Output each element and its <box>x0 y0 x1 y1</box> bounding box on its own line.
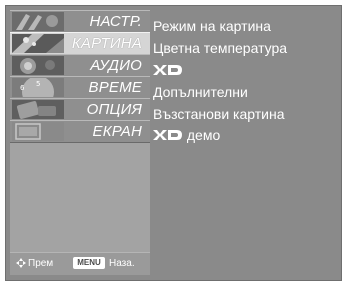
sidebar-item-label: ЕКРАН <box>92 123 142 140</box>
osd-menu: НАСТР. КАРТИНА АУДИО 65 ВРЕМЕ ОПЦИЯ ЕКРА… <box>5 5 342 281</box>
option-label: Цветна температура <box>153 40 288 56</box>
sidebar-item-picture[interactable]: КАРТИНА <box>10 32 150 55</box>
option-label: демо <box>186 127 221 143</box>
menu-key-icon: MENU <box>73 257 105 269</box>
sidebar-item-label: ВРЕМЕ <box>88 79 142 96</box>
audio-thumbnail-icon <box>12 56 64 75</box>
sidebar-item-option[interactable]: ОПЦИЯ <box>10 98 150 121</box>
time-thumbnail-icon: 65 <box>12 78 64 97</box>
sidebar-item-screen[interactable]: ЕКРАН <box>10 120 150 143</box>
option-label: Допълнителни <box>153 84 248 100</box>
setup-thumbnail-icon <box>12 12 64 31</box>
sidebar-item-label: ОПЦИЯ <box>86 101 142 118</box>
picture-thumbnail-icon <box>12 34 64 53</box>
sidebar-item-time[interactable]: 65 ВРЕМЕ <box>10 76 150 99</box>
back-hint-label: Наза. <box>109 258 135 269</box>
option-picture-reset[interactable]: Възстанови картина <box>153 106 285 122</box>
sidebar-menu: НАСТР. КАРТИНА АУДИО 65 ВРЕМЕ ОПЦИЯ ЕКРА… <box>10 10 150 275</box>
screen-thumbnail-icon <box>12 122 64 141</box>
navigation-arrows-icon <box>16 258 26 271</box>
option-picture-mode[interactable]: Режим на картина <box>153 18 271 34</box>
option-advanced[interactable]: Допълнителни <box>153 84 248 100</box>
option-label: Възстанови картина <box>153 106 285 122</box>
option-xd-demo[interactable]: демо <box>153 127 220 144</box>
sidebar-item-audio[interactable]: АУДИО <box>10 54 150 77</box>
option-thumbnail-icon <box>12 100 64 119</box>
sidebar-item-label: АУДИО <box>90 57 142 74</box>
move-hint-label: Прем <box>28 258 54 269</box>
svg-text:5: 5 <box>36 80 40 88</box>
picture-options-panel: Режим на картина Цветна температура Допъ… <box>150 10 337 275</box>
xd-logo-icon <box>153 63 183 79</box>
option-label: Режим на картина <box>153 18 271 34</box>
xd-logo-icon <box>153 128 183 144</box>
svg-text:6: 6 <box>20 84 25 92</box>
option-xd[interactable] <box>153 62 183 79</box>
sidebar-item-label: КАРТИНА <box>71 35 142 52</box>
key-guide: Прем MENU Наза. <box>10 252 150 275</box>
sidebar-item-setup[interactable]: НАСТР. <box>10 10 150 33</box>
option-color-temperature[interactable]: Цветна температура <box>153 40 287 56</box>
sidebar-item-label: НАСТР. <box>89 13 142 30</box>
